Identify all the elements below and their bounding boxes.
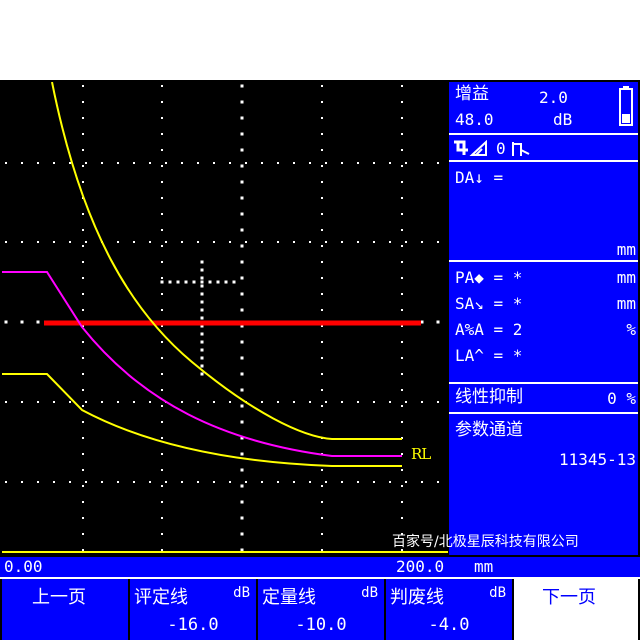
softkey-bar: 上一页 评定线 dB -16.0 定量线 dB -10.0 判废线 dB -4.… [0, 579, 640, 640]
probe-mode-icon [454, 140, 487, 156]
pa-label: PA◆ = * [455, 268, 523, 287]
range-start: 0.00 [4, 557, 43, 576]
evaluation-line-unit: dB [233, 585, 250, 601]
range-unit: mm [474, 557, 494, 576]
flaw-detector-screen: RL 增益 2.0 48.0 dB 0 DA↓ = mm PA◆ = * mm … [0, 80, 640, 640]
aa-label: A%A = 2 [455, 320, 523, 339]
da-unit: mm [616, 240, 636, 259]
aa-unit: % [626, 320, 636, 339]
sizing-line-unit: dB [361, 585, 378, 601]
da-label: DA↓ = [455, 168, 504, 187]
reject-line-value: -4.0 [428, 615, 470, 635]
mode-box: 0 [449, 135, 638, 162]
battery-icon [619, 86, 633, 126]
reject-curve [51, 82, 402, 440]
gain-label: 增益 [455, 84, 489, 104]
sizing-line-label: 定量线 [262, 587, 316, 608]
la-label: LA^ = * [455, 346, 523, 365]
sizing-line-value: -10.0 [295, 615, 347, 635]
watermark: 百家号/北极星辰科技有限公司 [392, 534, 579, 550]
gain-step: 2.0 [539, 88, 568, 107]
sa-unit: mm [616, 294, 636, 313]
next-page-button[interactable]: 下一页 [514, 579, 638, 640]
linear-reject-value: 0 % [607, 389, 636, 408]
linear-reject-label: 线性抑制 [455, 387, 523, 407]
reject-line-key[interactable]: 判废线 dB -4.0 [386, 579, 512, 640]
sizing-line-key[interactable]: 定量线 dB -10.0 [258, 579, 384, 640]
rl-label: RL [411, 445, 431, 463]
channel-value: 11345-13 [558, 450, 636, 469]
a-scan-display: RL [2, 82, 448, 555]
prev-page-label: 上一页 [32, 587, 86, 608]
measurement-box: PA◆ = * mm SA↘ = * mm A%A = 2 % LA^ = * [449, 262, 638, 384]
gain-value: 48.0 [455, 110, 494, 129]
next-page-label: 下一页 [542, 587, 596, 608]
reject-line-label: 判废线 [390, 587, 444, 608]
pa-unit: mm [616, 268, 636, 287]
range-bar: 0.00 200.0 mm [0, 557, 640, 577]
reject-line-unit: dB [489, 585, 506, 601]
evaluation-line-key[interactable]: 评定线 dB -16.0 [130, 579, 256, 640]
evaluation-line-label: 评定线 [134, 587, 188, 608]
linear-reject-box[interactable]: 线性抑制 0 % [449, 384, 638, 414]
prev-page-button[interactable]: 上一页 [2, 579, 128, 640]
channel-label: 参数通道 [455, 420, 523, 440]
evaluation-line-value: -16.0 [167, 615, 219, 635]
gate-mode-icon [512, 142, 530, 156]
da-box: DA↓ = mm [449, 162, 638, 262]
mode-text: 0 [496, 139, 506, 158]
gain-unit: dB [553, 110, 573, 129]
a-scan-graph [2, 82, 448, 553]
parameter-panel: 增益 2.0 48.0 dB 0 DA↓ = mm PA◆ = * mm SA↘… [449, 82, 638, 555]
sa-label: SA↘ = * [455, 294, 523, 313]
sizing-curve [2, 271, 402, 457]
gain-box[interactable]: 增益 2.0 48.0 dB [449, 82, 638, 135]
range-end: 200.0 [396, 557, 445, 576]
